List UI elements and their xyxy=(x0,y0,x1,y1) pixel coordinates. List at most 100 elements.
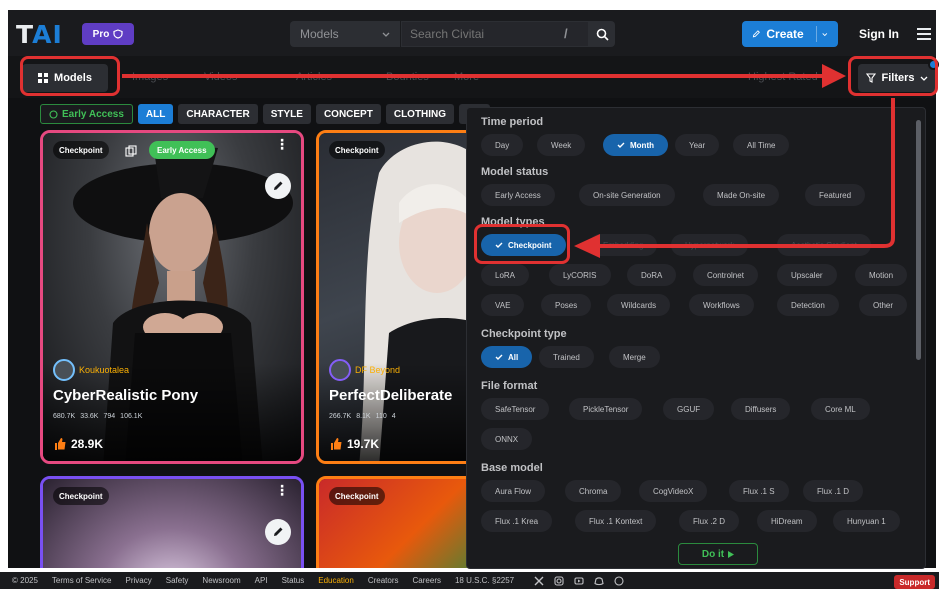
base-option-cogvideox[interactable]: CogVideoX xyxy=(639,480,708,502)
nav-item-videos[interactable]: Videos xyxy=(204,71,237,83)
nav-item-more[interactable]: More xyxy=(454,71,479,83)
menu-icon[interactable] xyxy=(914,24,934,44)
search-scope-select[interactable]: Models xyxy=(290,21,400,47)
model-card[interactable]: Checkpoint Early Access ⋮ Koukuotalea Cy… xyxy=(40,130,304,464)
thumbs-up-icon xyxy=(331,438,342,450)
footer-link-api[interactable]: API xyxy=(255,576,268,585)
type-option-aesthetic-gradient[interactable]: Aesthetic Gradient xyxy=(777,234,871,256)
type-option-workflows[interactable]: Workflows xyxy=(689,294,754,316)
youtube-icon[interactable] xyxy=(574,576,584,586)
time-option-all-time[interactable]: All Time xyxy=(733,134,790,156)
time-option-day[interactable]: Day xyxy=(481,134,524,156)
base-option-hidream[interactable]: HiDream xyxy=(757,510,817,532)
option-label: VAE xyxy=(495,300,511,310)
footer-link-privacy[interactable]: Privacy xyxy=(126,576,152,585)
format-option-pickletensor[interactable]: PickleTensor xyxy=(569,398,643,420)
search-input[interactable] xyxy=(401,21,589,47)
section-navigation-bar: Models Images Videos Articles Bounties M… xyxy=(8,56,939,98)
type-option-upscaler[interactable]: Upscaler xyxy=(777,264,837,286)
time-option-year[interactable]: Year xyxy=(675,134,720,156)
type-option-embedding[interactable]: Embedding xyxy=(589,234,658,256)
footer-link-status[interactable]: Status xyxy=(282,576,305,585)
base-option-hunyuan[interactable]: Hunyuan 1 xyxy=(833,510,900,532)
base-option-chroma[interactable]: Chroma xyxy=(565,480,622,502)
pro-button[interactable]: Pro xyxy=(82,23,134,45)
model-card[interactable]: Checkpoint ⋮ xyxy=(40,476,304,568)
type-option-controlnet[interactable]: Controlnet xyxy=(693,264,758,286)
footer-link-careers[interactable]: Careers xyxy=(413,576,441,585)
sign-in-button[interactable]: Sign In xyxy=(850,21,908,47)
chip-early-access[interactable]: Early Access xyxy=(40,104,133,124)
base-option-flux1-d[interactable]: Flux .1 D xyxy=(803,480,864,502)
type-option-lycoris[interactable]: LyCORIS xyxy=(549,264,611,286)
format-option-onnx[interactable]: ONNX xyxy=(481,428,533,450)
avatar xyxy=(53,359,75,381)
base-option-flux1-krea[interactable]: Flux .1 Krea xyxy=(481,510,553,532)
nav-item-bounties[interactable]: Bounties xyxy=(386,71,429,83)
x-icon[interactable] xyxy=(534,576,544,586)
footer-link-education[interactable]: Education xyxy=(318,576,354,585)
support-button[interactable]: Support xyxy=(894,575,935,589)
footer-link-2257[interactable]: 18 U.S.C. §2257 xyxy=(455,576,514,585)
instagram-icon[interactable] xyxy=(554,575,564,586)
search-button[interactable] xyxy=(589,21,615,47)
type-option-detection[interactable]: Detection xyxy=(777,294,839,316)
footer-link-terms[interactable]: Terms of Service xyxy=(52,576,112,585)
creator-info[interactable]: Koukuotalea xyxy=(53,359,129,381)
edit-icon[interactable] xyxy=(265,519,291,545)
footer-link-newsroom[interactable]: Newsroom xyxy=(202,576,240,585)
chip-label: CLOTHING xyxy=(393,108,447,120)
format-option-gguf[interactable]: GGUF xyxy=(663,398,715,420)
base-option-flux2-d[interactable]: Flux .2 D xyxy=(679,510,740,532)
format-option-diffusers[interactable]: Diffusers xyxy=(731,398,791,420)
type-option-motion[interactable]: Motion xyxy=(855,264,908,286)
checkpoint-option-merge[interactable]: Merge xyxy=(609,346,660,368)
civitai-logo[interactable]: TAI xyxy=(16,20,63,49)
option-label: Diffusers xyxy=(745,404,777,414)
type-option-lora[interactable]: LoRA xyxy=(481,264,530,286)
type-option-vae[interactable]: VAE xyxy=(481,294,525,316)
chip-concept[interactable]: CONCEPT xyxy=(315,104,381,124)
status-option-made-on-site[interactable]: Made On-site xyxy=(703,184,780,206)
footer-link-creators[interactable]: Creators xyxy=(368,576,399,585)
create-button[interactable]: Create xyxy=(742,21,838,47)
footer-link-safety[interactable]: Safety xyxy=(166,576,189,585)
chevron-down-icon[interactable] xyxy=(822,32,828,37)
nav-item-images[interactable]: Images xyxy=(132,71,168,83)
github-icon[interactable] xyxy=(614,575,624,586)
type-option-poses[interactable]: Poses xyxy=(541,294,592,316)
base-option-flux1-kontext[interactable]: Flux .1 Kontext xyxy=(575,510,657,532)
chip-clothing[interactable]: CLOTHING xyxy=(385,104,455,124)
chip-character[interactable]: CHARACTER xyxy=(178,104,258,124)
checkpoint-option-all[interactable]: All xyxy=(481,346,533,368)
base-option-flux1-s[interactable]: Flux .1 S xyxy=(729,480,789,502)
time-option-month[interactable]: Month xyxy=(603,134,668,156)
discord-icon[interactable] xyxy=(594,576,604,586)
apply-filters-button[interactable]: Do it xyxy=(678,543,758,565)
clock-icon xyxy=(49,109,58,119)
format-option-safetensor[interactable]: SafeTensor xyxy=(481,398,550,420)
time-option-week[interactable]: Week xyxy=(537,134,586,156)
chip-all[interactable]: ALL xyxy=(137,104,174,124)
base-option-aura-flow[interactable]: Aura Flow xyxy=(481,480,546,502)
checkpoint-option-trained[interactable]: Trained xyxy=(539,346,594,368)
creator-info[interactable]: DF Beyond xyxy=(329,359,400,381)
option-label: Week xyxy=(551,140,572,150)
status-option-featured[interactable]: Featured xyxy=(805,184,866,206)
type-option-hypernetwork[interactable]: Hypernetwork xyxy=(671,234,749,256)
edit-icon[interactable] xyxy=(265,173,291,199)
comment-count: 110 xyxy=(375,413,387,420)
type-option-dora[interactable]: DoRA xyxy=(627,264,677,286)
type-option-wildcards[interactable]: Wildcards xyxy=(607,294,671,316)
type-option-other[interactable]: Other xyxy=(859,294,908,316)
sort-select[interactable]: Highest Rated xyxy=(748,71,818,83)
panel-scrollbar[interactable] xyxy=(916,120,921,360)
format-option-core-ml[interactable]: Core ML xyxy=(811,398,870,420)
status-option-early-access[interactable]: Early Access xyxy=(481,184,555,206)
like-count-value: 19.7K xyxy=(347,437,380,451)
chip-style[interactable]: STYLE xyxy=(262,104,311,124)
kebab-icon[interactable]: ⋮ xyxy=(275,137,289,151)
status-option-on-site-generation[interactable]: On-site Generation xyxy=(579,184,675,206)
nav-item-articles[interactable]: Articles xyxy=(296,71,332,83)
kebab-icon[interactable]: ⋮ xyxy=(275,483,289,497)
